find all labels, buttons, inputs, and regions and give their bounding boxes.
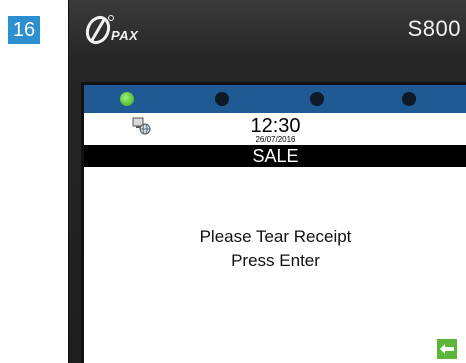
transaction-title: SALE <box>84 145 466 167</box>
clock-date: 26/07/2016 <box>255 135 296 144</box>
brand-name: PAX <box>111 28 139 43</box>
led-indicator-4 <box>402 92 416 106</box>
terminal-screen: 12:30 26/07/2016 SALE Please Tear Receip… <box>81 82 466 363</box>
model-name: S800 <box>407 16 461 41</box>
led-indicator-bar <box>84 85 466 113</box>
prompt-line-1: Please Tear Receipt <box>199 227 352 246</box>
status-row: 12:30 26/07/2016 <box>84 113 466 145</box>
led-indicator-2 <box>215 92 229 106</box>
prompt-message: Please Tear Receipt Press Enter <box>84 225 466 273</box>
step-number-badge: 16 <box>8 16 40 44</box>
pos-terminal: PAX S800 12:30 26/07/2016 SALE Please Te… <box>68 0 466 363</box>
prompt-line-2: Press Enter <box>231 251 320 270</box>
enter-button[interactable] <box>437 339 457 359</box>
led-indicator-1 <box>120 92 134 106</box>
led-indicator-3 <box>310 92 324 106</box>
enter-arrow-icon <box>440 344 454 354</box>
